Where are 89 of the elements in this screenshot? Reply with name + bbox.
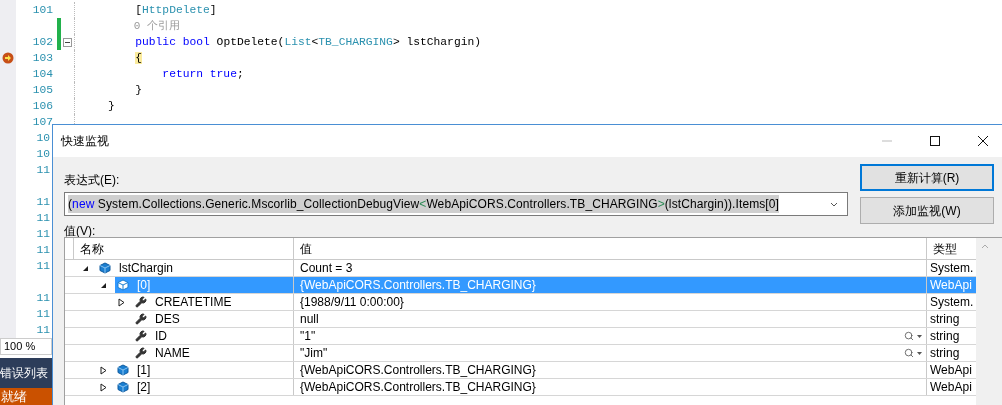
type-cell: WebApi [930, 277, 972, 293]
type-cell: WebApi [930, 362, 972, 378]
collapse-box-icon[interactable] [63, 37, 72, 47]
name-cell-text: NAME [155, 345, 190, 362]
column-header[interactable]: 类型 [927, 238, 976, 259]
type-cell: WebApi [930, 379, 972, 395]
status-text: 就绪 [0, 388, 52, 405]
wrench-icon [135, 313, 147, 325]
expanded-triangle-icon[interactable] [100, 281, 107, 289]
line-number: 10 [36, 147, 50, 160]
value-cell-text: {WebApiCORS.Controllers.TB_CHARGING} [300, 277, 537, 294]
code-line: } [107, 98, 115, 114]
value-cell-text: {WebApiCORS.Controllers.TB_CHARGING} [300, 362, 537, 379]
search-icon[interactable] [904, 331, 914, 341]
line-number: 105 [32, 83, 53, 96]
line-number: 11 [36, 211, 50, 224]
watch-row[interactable]: lstChargin Count = 3 System. [65, 260, 976, 277]
line-number: 11 [36, 195, 50, 208]
type-cell: string [930, 345, 960, 361]
line-number: 11 [36, 243, 50, 256]
wrench-icon [135, 330, 147, 342]
line-number: 10 [36, 131, 50, 144]
value-cell-text: "Jim" [300, 345, 329, 362]
collapsed-triangle-icon[interactable] [100, 365, 107, 375]
watch-row[interactable]: CREATETIME {1988/9/11 0:00:00} System. [65, 294, 976, 311]
expression-label: 表达式(E): [64, 172, 121, 189]
error-list-tab[interactable]: 错误列表 [0, 358, 52, 388]
value-cell-text: "1" [300, 328, 317, 345]
line-number: 11 [36, 259, 50, 272]
type-cell: System. [930, 260, 974, 276]
type-cell: string [930, 311, 960, 327]
line-number: 104 [32, 67, 53, 80]
value-cell-text: {1988/9/11 0:00:00} [300, 294, 405, 311]
name-cell-text: lstChargin [119, 260, 174, 277]
window-title: 快速监视 [61, 133, 110, 150]
watch-row[interactable]: DES null string [65, 311, 976, 328]
name-cell-text: [2] [137, 379, 151, 396]
line-number: 11 [36, 307, 50, 320]
dropdown-caret-icon[interactable] [830, 201, 838, 207]
caret-icon[interactable] [917, 334, 922, 338]
watch-row[interactable]: NAME "Jim" string [65, 345, 976, 362]
watch-row[interactable]: [2] {WebApiCORS.Controllers.TB_CHARGING} WebApi [65, 379, 976, 396]
wrench-icon [135, 347, 147, 359]
wrench-icon [135, 296, 147, 308]
line-number: 106 [32, 99, 53, 112]
visualizer-button[interactable] [904, 348, 922, 358]
value-cell-text: {WebApiCORS.Controllers.TB_CHARGING} [300, 379, 537, 396]
name-cell-text: DES [155, 311, 180, 328]
type-cell: string [930, 328, 960, 344]
line-number: 11 [36, 227, 50, 240]
collapsed-triangle-icon[interactable] [118, 297, 125, 307]
column-header[interactable]: 名称 [74, 238, 294, 259]
expanded-triangle-icon[interactable] [82, 264, 89, 272]
close-icon[interactable] [977, 135, 989, 147]
line-number: 101 [32, 3, 53, 16]
cube-icon [117, 279, 129, 291]
line-number: 11 [36, 323, 50, 336]
dialog-button[interactable]: 添加监视(W) [860, 197, 994, 224]
code-line: return true; [161, 66, 244, 82]
line-number: 102 [32, 35, 53, 48]
value-label: 值(V): [64, 223, 97, 240]
line-number: 11 [36, 291, 50, 304]
name-cell-text: [0] [137, 277, 151, 294]
watch-row[interactable]: [1] {WebApiCORS.Controllers.TB_CHARGING} WebApi [65, 362, 976, 379]
caret-icon[interactable] [917, 351, 922, 355]
visualizer-button[interactable] [904, 331, 922, 341]
line-number: 107 [32, 115, 53, 128]
expression-combobox[interactable]: (new System.Collections.Generic.Mscorlib_CollectionDebugView<WebApiCORS.Controllers.TB_CHARGING>(lstChargin)).Items[0] [64, 192, 848, 216]
code-line: [HttpDelete] [134, 2, 217, 18]
collapsed-triangle-icon[interactable] [100, 382, 107, 392]
code-line: } [134, 82, 142, 98]
zoom-field[interactable]: 100 % [0, 338, 52, 355]
cube-icon [117, 364, 129, 376]
line-number: 11 [36, 163, 50, 176]
dialog-button[interactable]: 重新计算(R) [860, 164, 994, 191]
name-cell-text: [1] [137, 362, 151, 379]
name-cell-text: ID [155, 328, 167, 345]
maximize-icon[interactable] [929, 135, 941, 147]
search-icon[interactable] [904, 348, 914, 358]
value-cell-text: Count = 3 [300, 260, 354, 277]
column-header[interactable]: 值 [294, 238, 927, 259]
type-cell: System. [930, 294, 974, 310]
value-cell-text: null [300, 311, 320, 328]
watch-row[interactable]: ID "1" string [65, 328, 976, 345]
code-line: public bool OptDelete(List<TB_CHARGING> lstChargin) [134, 34, 482, 50]
line-number: 103 [32, 51, 53, 64]
cube-icon [117, 381, 129, 393]
cube-icon [99, 262, 111, 274]
name-cell-text: CREATETIME [155, 294, 232, 311]
